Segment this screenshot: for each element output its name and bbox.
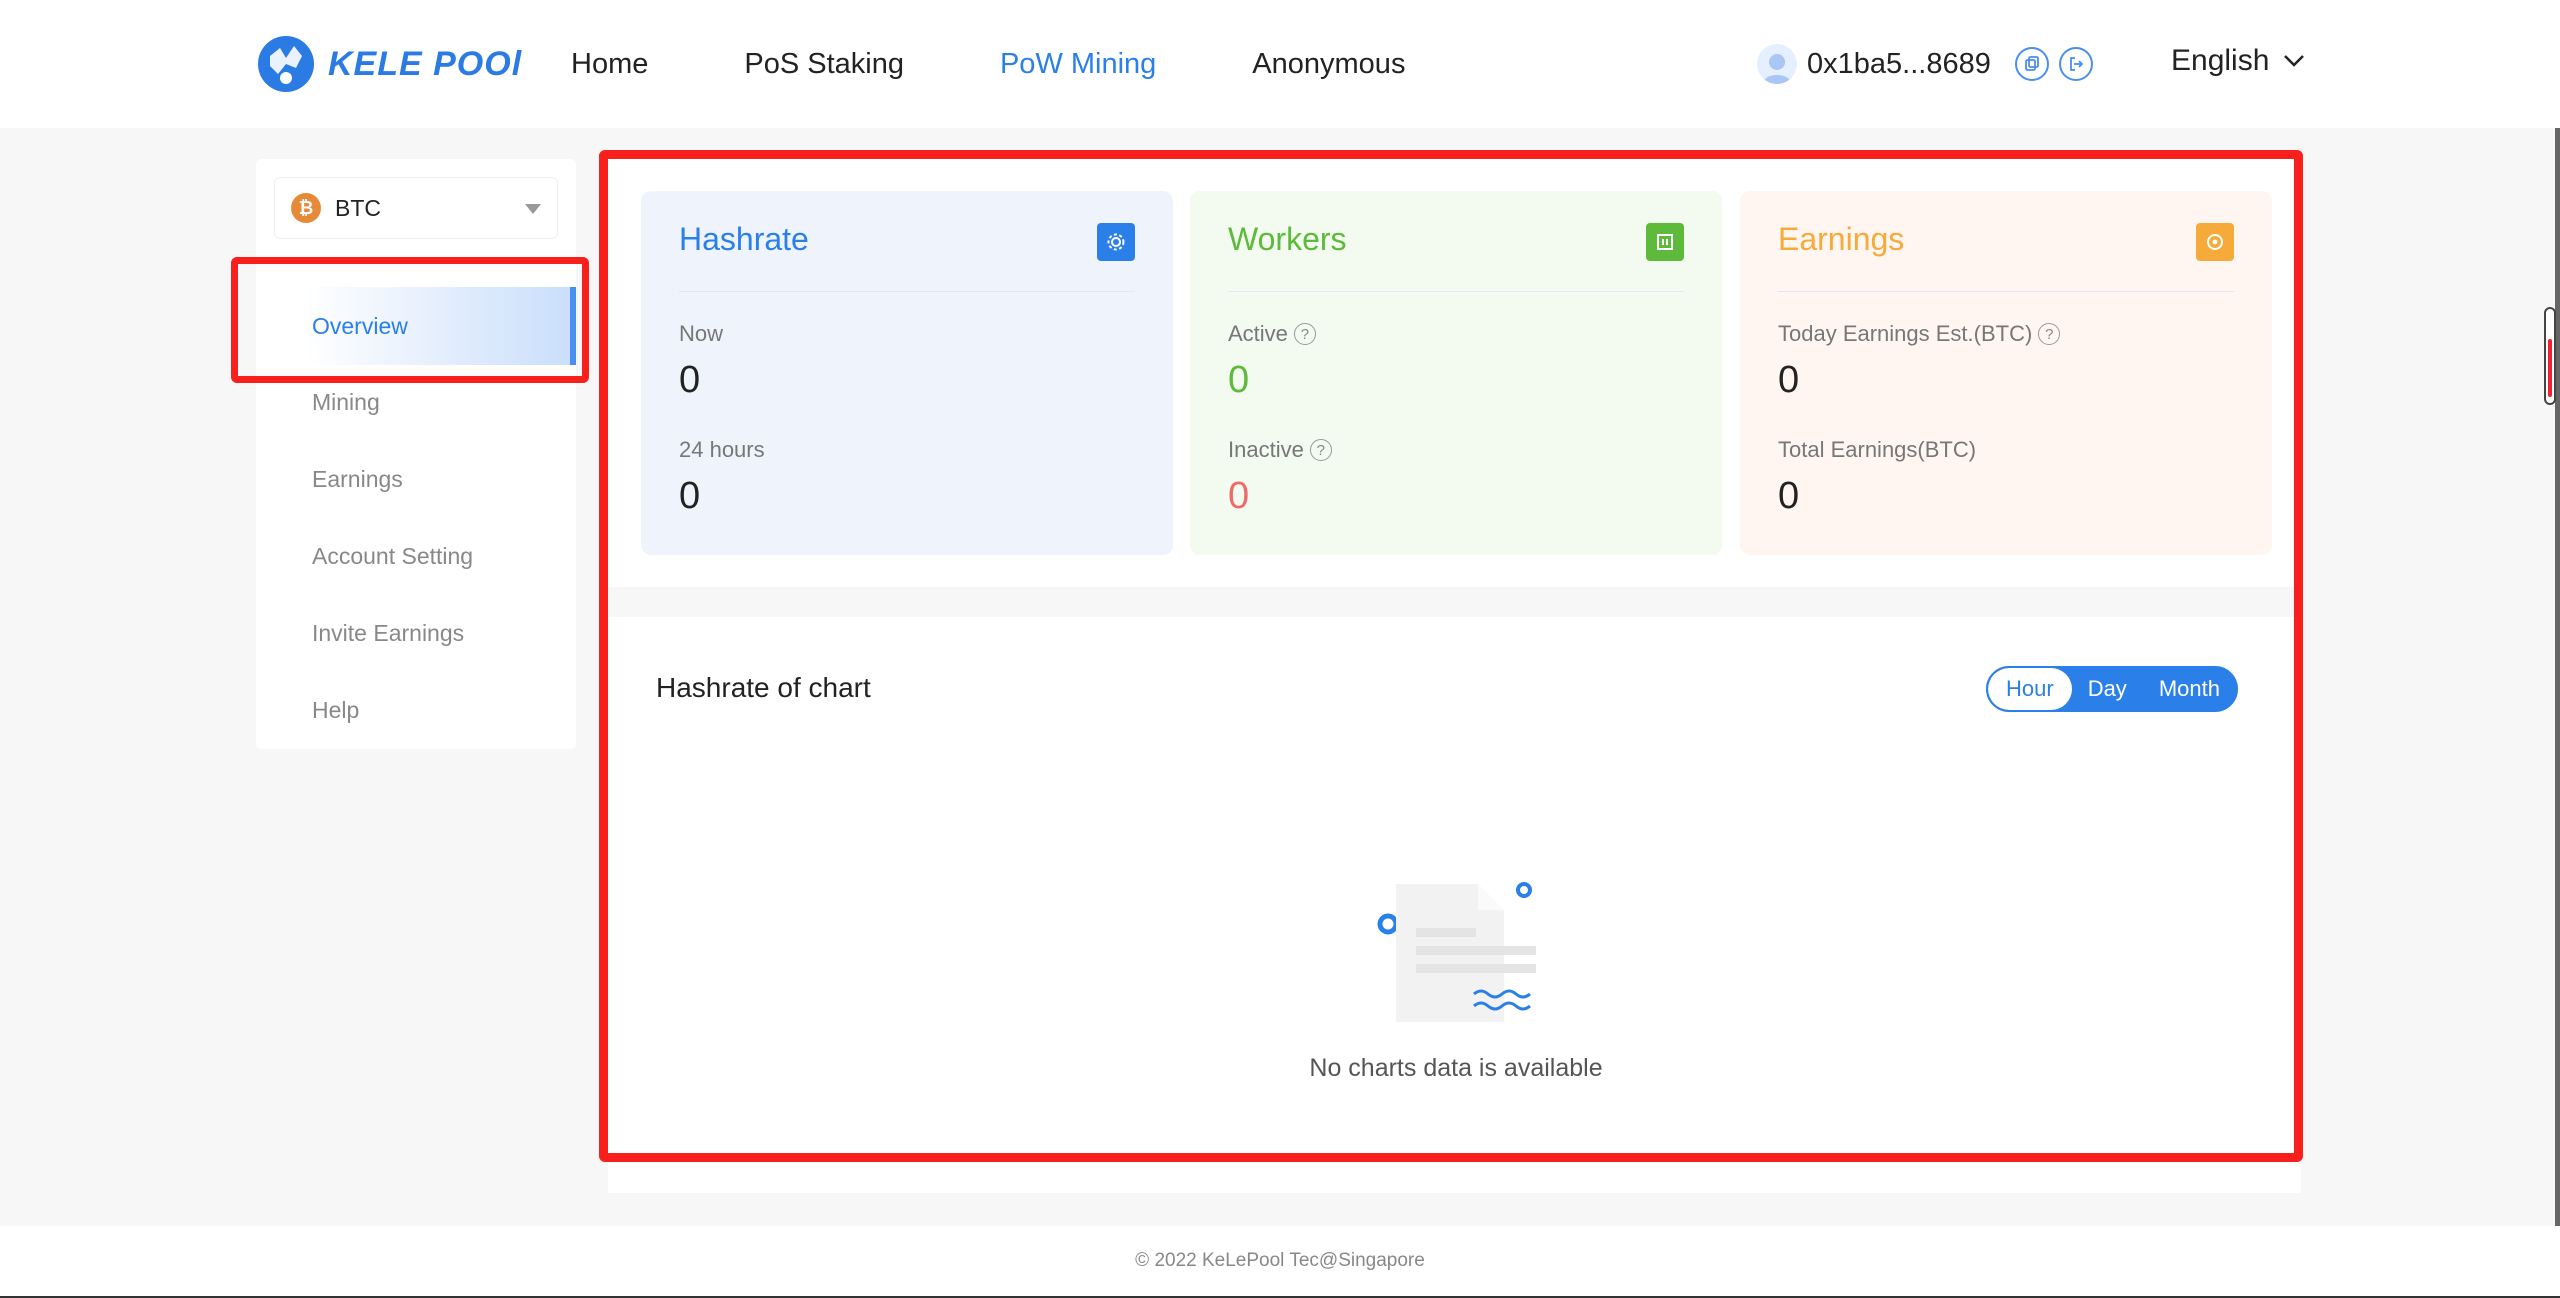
logo-mark-icon [258, 36, 314, 92]
nav-pos-staking[interactable]: PoS Staking [744, 48, 904, 81]
top-header: KELE POOl Home PoS Staking PoW Mining An… [0, 0, 2560, 128]
gear-icon [1097, 223, 1135, 261]
empty-chart-message: No charts data is available [1309, 1054, 1603, 1082]
copy-icon[interactable] [2014, 47, 2049, 81]
wallet-address: 0x1ba5...8689 [1807, 47, 1991, 80]
workers-card: Workers Active? 0 Inactive? 0 [1190, 191, 1722, 555]
nav-pow-mining[interactable]: PoW Mining [1000, 48, 1156, 81]
bitcoin-icon: ₿ [291, 193, 321, 223]
help-icon[interactable]: ? [1309, 439, 1332, 461]
hashrate-24h-label: 24 hours [679, 437, 765, 462]
sidebar-item-account-setting[interactable]: Account Setting [256, 517, 576, 595]
coin-label: BTC [335, 194, 381, 221]
footer: © 2022 KeLePool Tec@Singapore [0, 1226, 2560, 1298]
copyright-text: © 2022 KeLePool Tec@Singapore [1135, 1250, 1425, 1271]
kelepool-logo[interactable]: KELE POOl [256, 34, 522, 94]
wallet-info: 0x1ba5...8689 [1757, 42, 2093, 86]
earnings-total-label: Total Earnings(BTC) [1778, 437, 1977, 462]
sidebar-item-mining[interactable]: Mining [256, 363, 576, 441]
language-label: English [2171, 44, 2270, 77]
workers-active-value: 0 [1228, 359, 1250, 401]
sidebar-item-earnings[interactable]: Earnings [256, 440, 576, 518]
range-hour-button[interactable]: Hour [1988, 668, 2072, 710]
caret-down-icon [525, 204, 541, 214]
coin-circle-icon [2196, 223, 2234, 261]
sidebar-item-overview[interactable]: Overview [274, 287, 576, 365]
scrollbar-edge [2555, 128, 2560, 1226]
scrollbar-thumb[interactable] [2544, 307, 2556, 405]
card-divider [679, 291, 1135, 292]
main-nav: Home PoS Staking PoW Mining Anonymous [571, 0, 1501, 128]
chevron-down-icon [2284, 55, 2305, 67]
hashrate-title: Hashrate [679, 221, 809, 257]
empty-document-icon [1377, 882, 1536, 1022]
sidebar-item-help[interactable]: Help [256, 671, 576, 749]
active-label-text: Active [1228, 321, 1288, 346]
earnings-today-value: 0 [1778, 359, 1800, 401]
workers-inactive-value: 0 [1228, 475, 1250, 517]
range-month-button[interactable]: Month [2143, 668, 2236, 710]
sidebar-item-invite-earnings[interactable]: Invite Earnings [256, 594, 576, 672]
coin-select[interactable]: ₿ BTC [274, 177, 558, 239]
earnings-total-value: 0 [1778, 475, 1800, 517]
card-divider [1778, 291, 2234, 292]
user-avatar-icon [1757, 44, 1797, 84]
sidebar: ₿ BTC Overview Mining Earnings Account S… [256, 159, 576, 749]
earnings-today-label: Today Earnings Est.(BTC)? [1778, 321, 2061, 347]
server-icon [1646, 223, 1684, 261]
card-divider [1228, 291, 1684, 292]
hashrate-24h-value: 0 [679, 475, 701, 517]
help-icon[interactable]: ? [2038, 323, 2061, 345]
earnings-title: Earnings [1778, 221, 1905, 257]
chart-title: Hashrate of chart [656, 672, 871, 703]
hashrate-now-label: Now [679, 321, 724, 346]
nav-home[interactable]: Home [571, 48, 648, 81]
logo-text: KELE POOl [328, 44, 523, 83]
hashrate-now-value: 0 [679, 359, 701, 401]
help-icon[interactable]: ? [1293, 323, 1316, 345]
range-day-button[interactable]: Day [2072, 668, 2143, 710]
workers-inactive-label: Inactive? [1228, 437, 1332, 463]
earnings-card: Earnings Today Earnings Est.(BTC)? 0 Tot… [1740, 191, 2272, 555]
today-label-text: Today Earnings Est.(BTC) [1778, 321, 2033, 346]
language-selector[interactable]: English [2171, 44, 2305, 78]
workers-title: Workers [1228, 221, 1347, 257]
workers-active-label: Active? [1228, 321, 1316, 347]
inactive-label-text: Inactive [1228, 437, 1304, 462]
hashrate-card: Hashrate Now 0 24 hours 0 [641, 191, 1173, 555]
nav-anonymous[interactable]: Anonymous [1252, 48, 1405, 81]
logout-icon[interactable] [2058, 47, 2093, 81]
time-range-toggle: Hour Day Month [1986, 666, 2238, 712]
